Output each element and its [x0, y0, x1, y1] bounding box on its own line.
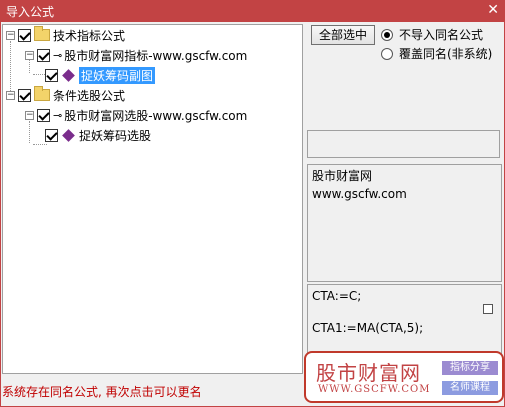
- watermark-url: WWW.GSCFW.COM: [318, 384, 431, 395]
- watermark-logo: 股市财富网 WWW.GSCFW.COM 指标分享 名师课程: [304, 351, 504, 403]
- description-line: 股市财富网: [312, 169, 373, 183]
- tree-node-chip-subchart[interactable]: 捉妖筹码副图: [45, 66, 156, 84]
- key-icon: ⊸: [53, 48, 62, 62]
- folder-icon: [34, 26, 50, 41]
- formula-description: 股市财富网 www.gscfw.com: [307, 164, 502, 282]
- window-title: 导入公式: [6, 5, 55, 19]
- folder-icon: [34, 86, 50, 101]
- tree-node-chip-selection[interactable]: 捉妖筹码选股: [45, 126, 151, 144]
- formula-tree[interactable]: − 技术指标公式 − ⊸ 股市财富网指标-www.gscfw.com 捉妖筹码副…: [2, 24, 303, 374]
- info-strip: [307, 130, 500, 158]
- radio-overwrite-duplicates[interactable]: 覆盖同名(非系统): [381, 45, 492, 62]
- formula-icon: [62, 68, 75, 82]
- checkbox-gscfw-selection[interactable]: [37, 108, 50, 122]
- radio-skip-duplicates[interactable]: 不导入同名公式: [381, 26, 483, 43]
- tree-node-gscfw-selection[interactable]: − ⊸ 股市财富网选股-www.gscfw.com: [25, 106, 247, 124]
- tree-node-indicators[interactable]: − 技术指标公式: [6, 26, 125, 44]
- tree-node-label: 捉妖筹码副图: [79, 66, 156, 84]
- tree-node-label: 股市财富网指标-www.gscfw.com: [64, 48, 248, 63]
- watermark-tag: 名师课程: [442, 381, 498, 395]
- watermark-brand: 股市财富网: [316, 361, 421, 385]
- checkbox-chip-subchart[interactable]: [45, 68, 58, 82]
- code-checkbox[interactable]: [483, 304, 493, 314]
- collapse-icon[interactable]: −: [25, 50, 34, 60]
- collapse-icon[interactable]: −: [25, 110, 34, 120]
- tree-node-gscfw-indicator[interactable]: − ⊸ 股市财富网指标-www.gscfw.com: [25, 46, 247, 64]
- radio-label: 不导入同名公式: [399, 28, 484, 42]
- radio-button[interactable]: [381, 47, 393, 60]
- checkbox-stock-selection[interactable]: [18, 88, 31, 102]
- tree-node-label: 条件选股公式: [53, 88, 126, 103]
- tree-node-label: 捉妖筹码选股: [79, 128, 152, 143]
- radio-button-selected[interactable]: [381, 28, 393, 41]
- key-icon: ⊸: [53, 108, 62, 122]
- code-line: CTA:=C;: [312, 289, 362, 303]
- watermark-tag: 指标分享: [442, 361, 498, 375]
- code-line: CTA1:=MA(CTA,5);: [312, 321, 424, 335]
- checkbox-gscfw-indicator[interactable]: [37, 48, 50, 62]
- checkbox-chip-selection[interactable]: [45, 128, 58, 142]
- checkbox-indicators[interactable]: [18, 28, 31, 42]
- collapse-icon[interactable]: −: [6, 30, 15, 40]
- description-line: www.gscfw.com: [312, 187, 407, 201]
- radio-label: 覆盖同名(非系统): [399, 47, 493, 61]
- formula-icon: [62, 128, 75, 142]
- tree-guide: [29, 121, 30, 143]
- select-all-button[interactable]: 全部选中: [311, 25, 375, 45]
- title-bar: 导入公式 ✕: [0, 0, 505, 22]
- status-message: 系统存在同名公式, 再次点击可以更名: [2, 385, 202, 399]
- tree-guide: [33, 144, 47, 145]
- collapse-icon[interactable]: −: [6, 90, 15, 100]
- tree-node-label: 股市财富网选股-www.gscfw.com: [64, 108, 248, 123]
- tree-node-stock-selection[interactable]: − 条件选股公式: [6, 86, 125, 104]
- tree-node-label: 技术指标公式: [53, 28, 126, 43]
- close-icon[interactable]: ✕: [487, 2, 499, 18]
